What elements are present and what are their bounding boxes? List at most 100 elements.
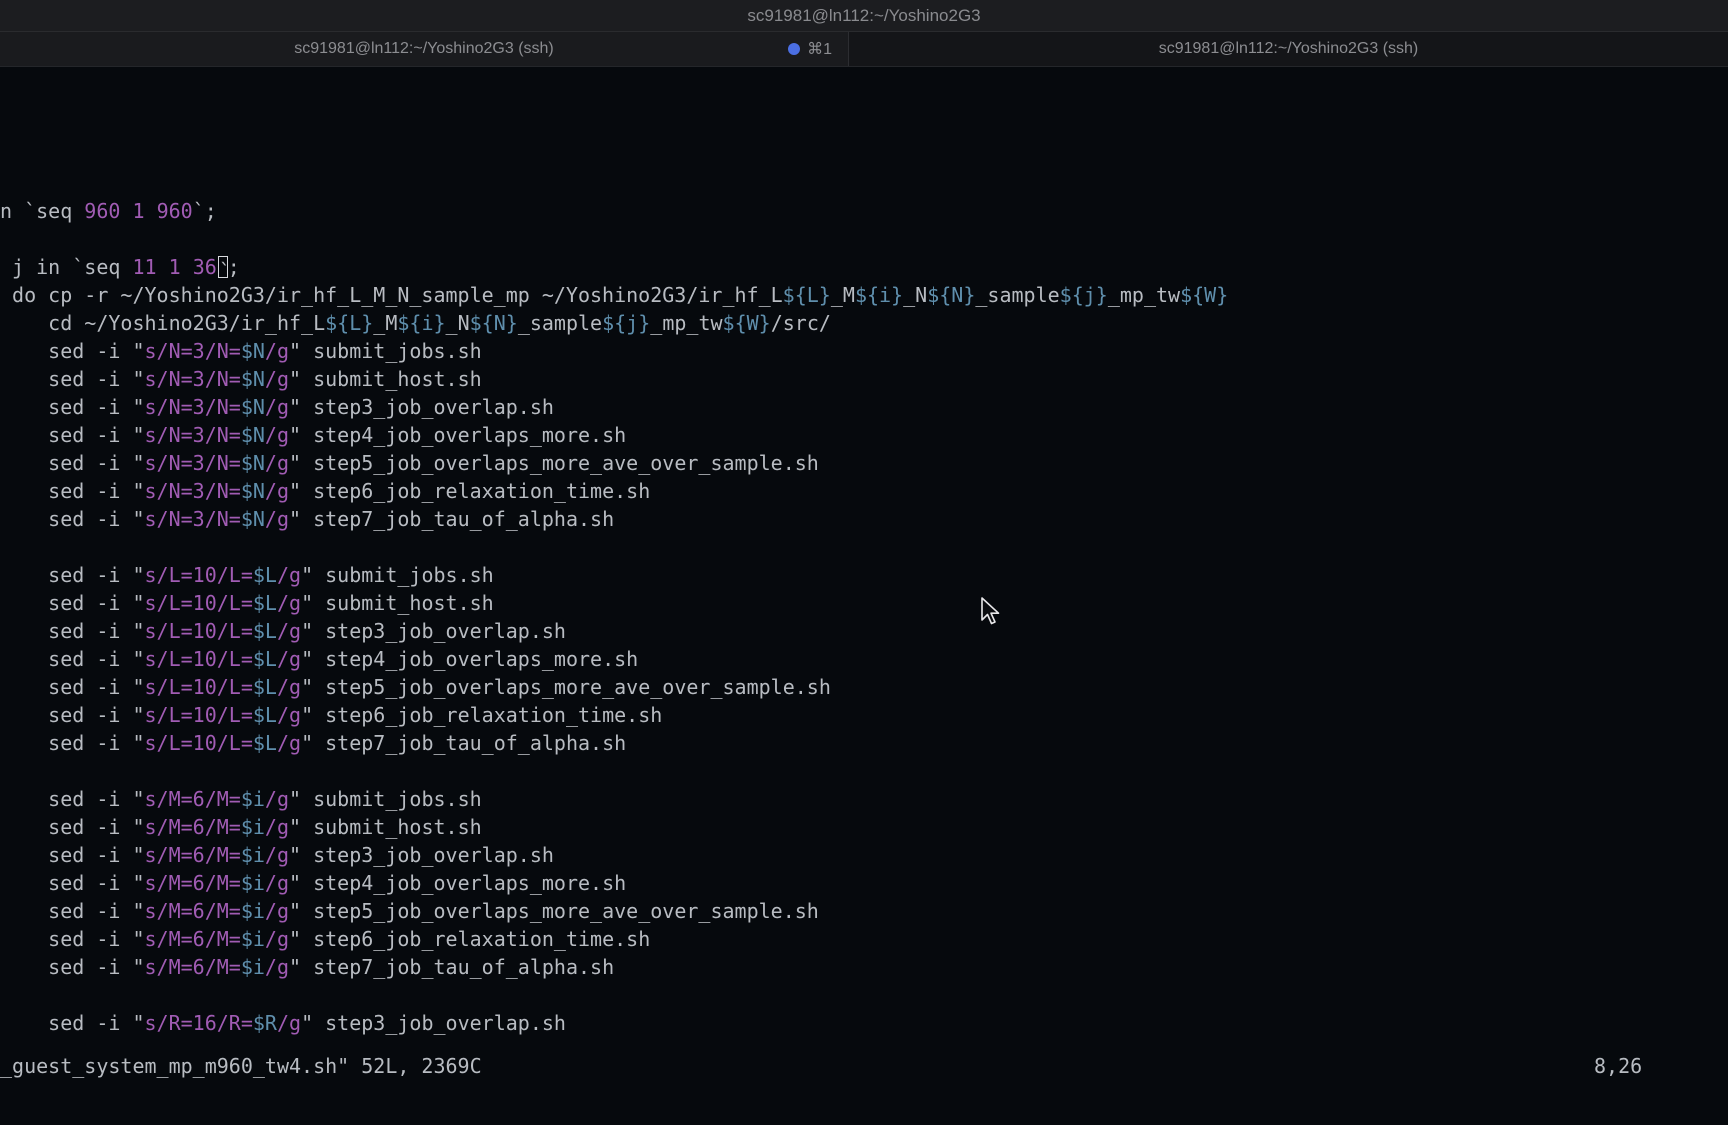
code-token: $N — [240, 451, 265, 475]
cursor-position: 8,26 — [1594, 1054, 1643, 1078]
code-token: s/M=6/M= — [144, 955, 241, 979]
code-token: 1 — [168, 255, 181, 279]
code-token: /g — [276, 619, 302, 643]
code-token: " step3_job_overlap.sh — [301, 1011, 566, 1035]
code-token: sed -i " — [0, 451, 145, 475]
code-token: ${W} — [1180, 283, 1229, 307]
window-title: sc91981@ln112:~/Yoshino2G3 — [747, 5, 981, 25]
code-token: _sample — [975, 283, 1060, 307]
code-token: " submit_jobs.sh — [289, 339, 482, 363]
code-token: s/N=3/N= — [144, 339, 241, 363]
code-token: sed -i " — [0, 927, 145, 951]
code-token: " submit_host.sh — [301, 591, 494, 615]
code-token: s/M=6/M= — [144, 871, 241, 895]
code-line: sed -i "s/N=3/N=$N/g" step3_job_overlap.… — [0, 393, 554, 421]
code-token: s/M=6/M= — [144, 815, 241, 839]
code-token: ${L} — [325, 311, 374, 335]
code-token: /g — [264, 479, 290, 503]
code-token: /g — [276, 675, 302, 699]
code-token: 960 — [156, 199, 193, 223]
code-token: $N — [240, 367, 265, 391]
code-token: n `seq — [0, 199, 85, 223]
tab-indicator: ⌘1 — [788, 32, 832, 66]
code-token: sed -i " — [0, 871, 145, 895]
code-token: sed -i " — [0, 703, 145, 727]
code-token: $L — [252, 591, 277, 615]
code-line: sed -i "s/M=6/M=$i/g" step3_job_overlap.… — [0, 841, 554, 869]
code-token: 11 — [132, 255, 157, 279]
code-token: $N — [240, 507, 265, 531]
code-token: 960 — [84, 199, 121, 223]
code-token: 1 — [132, 199, 145, 223]
code-token: " submit_jobs.sh — [289, 787, 482, 811]
code-token: _mp_tw — [650, 311, 723, 335]
code-line: sed -i "s/R=16/R=$R/g" step3_job_overlap… — [0, 1009, 566, 1037]
code-token: $L — [252, 675, 277, 699]
vim-status-line: _guest_system_mp_m960_tw4.sh" 52L, 2369C… — [0, 1053, 1728, 1080]
code-token: $i — [240, 955, 265, 979]
code-token: $L — [252, 563, 277, 587]
code-line: sed -i "s/L=10/L=$L/g" submit_host.sh — [0, 589, 494, 617]
window-titlebar: sc91981@ln112:~/Yoshino2G3 — [0, 0, 1728, 32]
tab-ssh-session-2[interactable]: sc91981@ln112:~/Yoshino2G3 (ssh) — [849, 32, 1728, 66]
code-token: ${j} — [602, 311, 651, 335]
code-line: sed -i "s/L=10/L=$L/g" step6_job_relaxat… — [0, 701, 662, 729]
code-token: ; — [227, 255, 240, 279]
tab-shortcut: ⌘1 — [807, 41, 832, 58]
code-token: /g — [276, 703, 302, 727]
code-token: s/R=16/R= — [144, 1011, 253, 1035]
code-token: " step7_job_tau_of_alpha.sh — [301, 731, 627, 755]
code-token: /g — [276, 647, 302, 671]
code-token: /g — [264, 927, 290, 951]
code-token: " step6_job_relaxation_time.sh — [289, 927, 651, 951]
code-token: " step4_job_overlaps_more.sh — [289, 871, 627, 895]
code-token: sed -i " — [0, 899, 145, 923]
code-token: " step4_job_overlaps_more.sh — [289, 423, 627, 447]
code-token: ${j} — [1059, 283, 1108, 307]
code-token: " submit_host.sh — [289, 815, 482, 839]
code-token: /g — [276, 591, 302, 615]
code-token: sed -i " — [0, 955, 145, 979]
code-line: sed -i "s/M=6/M=$i/g" step5_job_overlaps… — [0, 897, 819, 925]
code-token: /g — [264, 871, 290, 895]
code-token: $N — [240, 339, 265, 363]
code-token: s/N=3/N= — [144, 395, 241, 419]
code-token: s/L=10/L= — [144, 591, 253, 615]
terminal-viewport[interactable]: n `seq 960 1 960`; j in `seq 11 1 36 `; d… — [0, 67, 1728, 1053]
code-token: /g — [264, 843, 290, 867]
code-token: " step4_job_overlaps_more.sh — [301, 647, 639, 671]
code-token: sed -i " — [0, 563, 145, 587]
code-token: $i — [240, 899, 265, 923]
code-line: sed -i "s/L=10/L=$L/g" step5_job_overlap… — [0, 673, 831, 701]
code-token: /g — [276, 1011, 302, 1035]
code-token: s/M=6/M= — [144, 899, 241, 923]
code-token: s/L=10/L= — [144, 647, 253, 671]
code-token: sed -i " — [0, 395, 145, 419]
code-token: ${i} — [854, 283, 904, 307]
code-line: sed -i "s/N=3/N=$N/g" step4_job_overlaps… — [0, 421, 626, 449]
file-info: _guest_system_mp_m960_tw4.sh" 52L, 2369C — [0, 1054, 482, 1078]
code-token: sed -i " — [0, 1011, 145, 1035]
code-token: /g — [264, 507, 290, 531]
code-token: /g — [264, 815, 290, 839]
code-token: _M — [373, 311, 398, 335]
code-token: $i — [240, 927, 265, 951]
code-token: sed -i " — [0, 843, 145, 867]
code-token: /g — [276, 563, 302, 587]
code-token: s/L=10/L= — [144, 675, 253, 699]
code-token: sed -i " — [0, 591, 145, 615]
code-token: $L — [252, 619, 277, 643]
code-token: s/L=10/L= — [144, 563, 253, 587]
code-token: sed -i " — [0, 619, 145, 643]
code-line: cd ~/Yoshino2G3/ir_hf_L${L}_M${i}_N${N}_… — [0, 309, 831, 337]
code-token: s/L=10/L= — [144, 619, 253, 643]
code-token: " step3_job_overlap.sh — [289, 843, 554, 867]
code-token: _mp_tw — [1107, 283, 1181, 307]
code-token: ${W} — [722, 311, 771, 335]
tab-ssh-session-1[interactable]: sc91981@ln112:~/Yoshino2G3 (ssh) ⌘1 — [0, 32, 849, 66]
code-token: ${N} — [927, 283, 976, 307]
code-line: sed -i "s/N=3/N=$N/g" submit_jobs.sh — [0, 337, 482, 365]
code-token: s/L=10/L= — [144, 703, 253, 727]
